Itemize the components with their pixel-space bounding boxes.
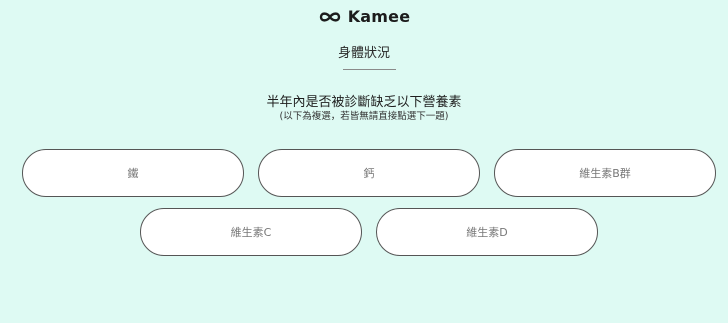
option-calcium-button[interactable]: 鈣 — [258, 149, 480, 197]
brand-logo[interactable]: Kamee — [0, 7, 728, 26]
question-hint: (以下為複選，若皆無請直接點選下一題) — [279, 111, 449, 122]
option-label: 維生素B群 — [579, 167, 631, 180]
option-label: 鐵 — [127, 167, 139, 180]
option-iron-button[interactable]: 鐵 — [22, 149, 244, 197]
brand-name: Kamee — [347, 7, 411, 26]
option-vitamin-b-button[interactable]: 維生素B群 — [494, 149, 716, 197]
option-label: 鈣 — [363, 167, 375, 180]
option-vitamin-d-button[interactable]: 維生素D — [376, 208, 598, 256]
title-divider — [343, 69, 396, 70]
section-title: 身體狀況 — [337, 46, 390, 61]
option-vitamin-c-button[interactable]: 維生素C — [140, 208, 362, 256]
survey-page: Kamee 身體狀況 半年內是否被診斷缺乏以下營養素 (以下為複選，若皆無請直接… — [0, 0, 728, 323]
option-label: 維生素C — [230, 226, 272, 239]
option-label: 維生素D — [466, 226, 508, 239]
infinity-logo-icon — [318, 10, 342, 24]
